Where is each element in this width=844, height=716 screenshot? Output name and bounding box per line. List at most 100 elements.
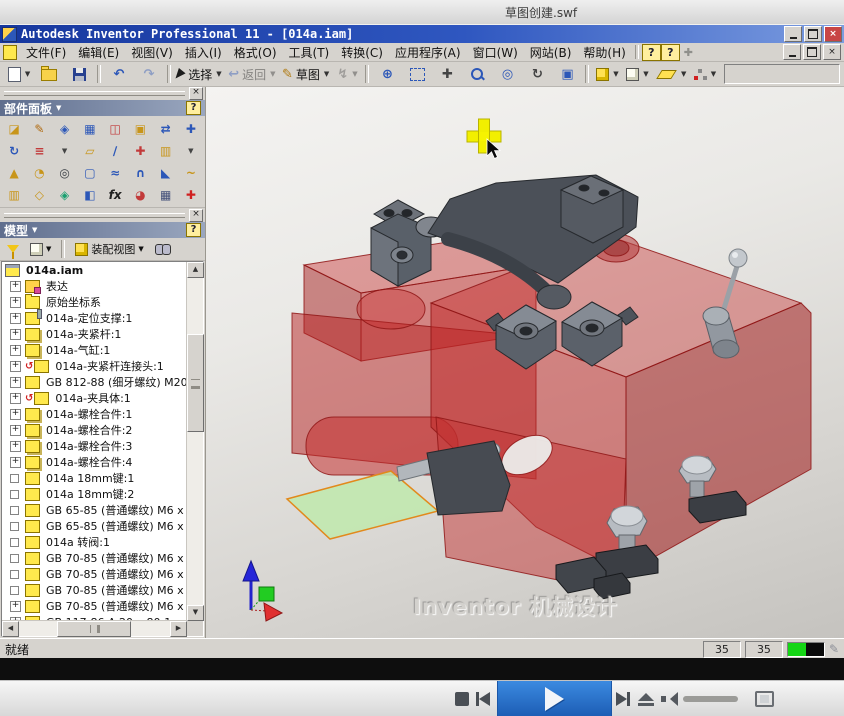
tool-thread[interactable]: ≈ [103, 162, 127, 183]
select-dropdown-icon[interactable]: ▼ [216, 70, 221, 78]
scroll-up-button[interactable]: ▲ [187, 262, 204, 278]
look-at-button[interactable]: ▣ [552, 63, 582, 85]
menu-insert[interactable]: 插入(I) [179, 43, 228, 62]
tree-item[interactable]: +014a-螺栓合件:4 [2, 454, 187, 470]
tool-appearance[interactable]: ◕ [128, 184, 152, 205]
menu-view[interactable]: 视图(V) [125, 43, 179, 62]
tree-item[interactable]: +014a-气缸:1 [2, 342, 187, 358]
display-hidden-edge-button[interactable]: ▼ [622, 63, 652, 85]
expand-button[interactable]: + [10, 393, 21, 404]
tool-parameters[interactable]: fx [103, 184, 127, 205]
menu-format[interactable]: 格式(O) [228, 43, 283, 62]
open-file-button[interactable] [34, 63, 64, 85]
add-button-icon[interactable]: ✚ [680, 45, 697, 60]
tool-derived-component[interactable]: ◈ [53, 118, 77, 139]
sketch-dropdown-icon[interactable]: ▼ [324, 70, 329, 78]
model-help-button[interactable]: ? [186, 223, 201, 237]
zoom-selected-button[interactable]: ◎ [492, 63, 522, 85]
orbit-button[interactable]: ↻ [522, 63, 552, 85]
update-button[interactable]: ↯▼ [332, 63, 362, 85]
expand-button[interactable]: + [10, 409, 21, 420]
tree-item[interactable]: 014a 18mm键:1 [2, 470, 187, 486]
tool-chamfer[interactable]: ◣ [154, 162, 178, 183]
save-button[interactable] [64, 63, 94, 85]
expand-button[interactable]: + [10, 441, 21, 452]
assembly-view-button[interactable]: 装配视图▼ [71, 239, 147, 259]
expand-button[interactable]: + [10, 329, 21, 340]
close-panel-button[interactable]: × [189, 87, 203, 100]
tool-imate[interactable]: ◈ [53, 184, 77, 205]
tree-item[interactable]: +014a-螺栓合件:1 [2, 406, 187, 422]
maximize-button[interactable] [804, 26, 822, 42]
minimize-button[interactable] [784, 26, 802, 42]
expand-button[interactable]: + [10, 361, 21, 372]
menu-window[interactable]: 窗口(W) [467, 43, 524, 62]
expand-button[interactable]: + [10, 345, 21, 356]
tool-work-plane[interactable]: ▱ [78, 140, 102, 161]
tool-constraint-options[interactable]: ▼ [53, 140, 77, 161]
tool-create-component[interactable]: ✎ [27, 118, 51, 139]
tool-work-axis[interactable]: ∕ [103, 140, 127, 161]
panel-help-button[interactable]: ? [186, 101, 201, 115]
volume-button[interactable] [656, 681, 682, 716]
horizontal-scrollbar[interactable]: ◀ ▶ [2, 620, 187, 636]
tool-mirror-component[interactable]: ◫ [103, 118, 127, 139]
pan-button[interactable]: ✚ [432, 63, 462, 85]
previous-button[interactable] [470, 681, 496, 716]
tree-item[interactable]: +表达 [2, 278, 187, 294]
shadow-mode-dropdown-icon[interactable]: ▼ [711, 70, 716, 78]
select-button[interactable]: 选择▼ [174, 63, 225, 85]
expand-button[interactable]: + [10, 313, 21, 324]
tool-bom-editor[interactable]: ▦ [154, 184, 178, 205]
tool-copy-component[interactable]: ▣ [128, 118, 152, 139]
tool-work-point[interactable]: ✚ [128, 140, 152, 161]
tool-move-component[interactable]: ✚ [179, 118, 203, 139]
tree-item[interactable]: +↺014a-夹紧杆连接头:1 [2, 358, 187, 374]
tool-shell[interactable]: ▢ [78, 162, 102, 183]
expand-button[interactable]: + [10, 601, 21, 612]
tree-item[interactable]: GB 70-85 (普通螺纹) M6 x 2 [2, 566, 187, 582]
expand-button[interactable]: + [10, 425, 21, 436]
tree-item[interactable]: GB 65-85 (普通螺纹) M6 x 2 [2, 502, 187, 518]
new-file-button[interactable]: ▼ [4, 63, 34, 85]
tool-extrude[interactable]: ▲ [2, 162, 26, 183]
close-model-panel-button[interactable]: × [189, 209, 203, 222]
tool-place-component[interactable]: ◪ [2, 118, 26, 139]
mdi-close-button[interactable]: × [823, 44, 841, 60]
zoom-button[interactable] [462, 63, 492, 85]
tree-item[interactable]: +GB 812-88 (细牙螺纹) M20x [2, 374, 187, 390]
shadow-mode-button[interactable]: ▼ [690, 63, 720, 85]
play-button[interactable] [497, 681, 612, 716]
tool-loft[interactable]: ◇ [27, 184, 51, 205]
browser-options-button[interactable]: ▼ [26, 239, 55, 259]
tool-section-view[interactable]: ◧ [78, 184, 102, 205]
tree-item[interactable]: +014a-螺栓合件:2 [2, 422, 187, 438]
tool-feature-options[interactable]: ▼ [179, 140, 203, 161]
fullscreen-button[interactable] [750, 681, 778, 716]
menu-applications[interactable]: 应用程序(A) [389, 43, 467, 62]
expand-button[interactable]: + [10, 457, 21, 468]
display-hidden-edge-dropdown-icon[interactable]: ▼ [643, 70, 648, 78]
menu-tools[interactable]: 工具(T) [283, 43, 336, 62]
display-orthographic-button[interactable]: ▼ [652, 63, 689, 85]
mdi-minimize-button[interactable] [783, 44, 801, 60]
vertical-scroll-thumb[interactable] [187, 334, 204, 432]
undo-button[interactable]: ↶ [104, 63, 134, 85]
display-orthographic-dropdown-icon[interactable]: ▼ [681, 70, 686, 78]
help-topics-icon[interactable]: ? [642, 44, 661, 61]
assembly-panel-header[interactable]: 部件面板 ▼ ? [0, 100, 205, 116]
tool-revolve[interactable]: ◔ [27, 162, 51, 183]
model-dropdown-icon[interactable]: ▼ [32, 226, 37, 234]
tree-root[interactable]: 014a.iam [2, 262, 187, 278]
tool-replace-component[interactable]: ⇄ [154, 118, 178, 139]
tree-item[interactable]: +原始坐标系 [2, 294, 187, 310]
close-button[interactable]: × [824, 26, 842, 42]
mdi-restore-button[interactable] [803, 44, 821, 60]
tool-hole[interactable]: ◎ [53, 162, 77, 183]
context-help-icon[interactable]: ? [661, 44, 680, 61]
display-shaded-dropdown-icon[interactable]: ▼ [613, 70, 618, 78]
viewport-3d[interactable]: Inventor 机械设计 [206, 87, 844, 638]
scroll-left-button[interactable]: ◀ [2, 621, 19, 637]
display-shaded-button[interactable]: ▼ [592, 63, 622, 85]
return-dropdown-icon[interactable]: ▼ [270, 70, 275, 78]
